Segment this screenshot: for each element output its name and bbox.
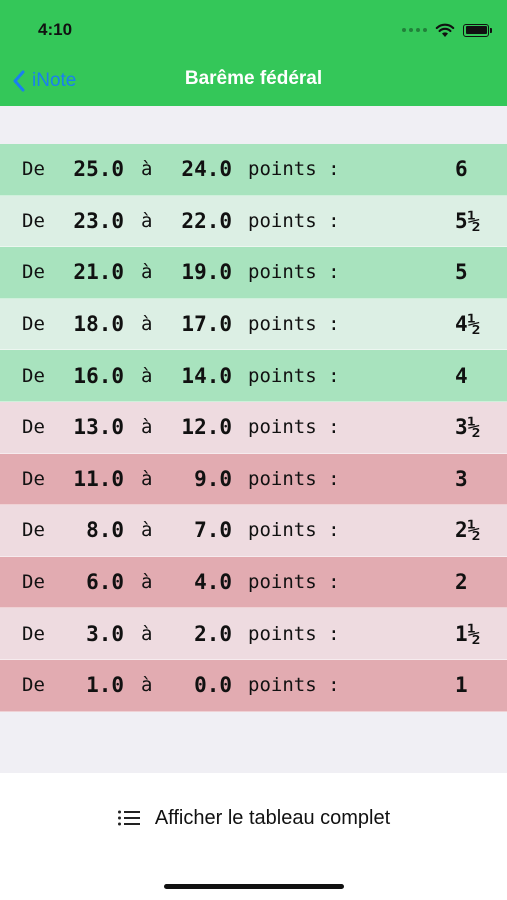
row-from-value: 18.0 [73, 312, 124, 337]
row-a-label: à [141, 571, 153, 594]
row-points-label: points : [248, 158, 340, 181]
row-from-value: 25.0 [73, 157, 124, 182]
row-to-value: 9.0 [194, 466, 232, 491]
row-grade-value: 5½ [455, 208, 481, 233]
row-from-value: 6.0 [86, 570, 124, 595]
row-a-label: à [141, 674, 153, 697]
row-grade-value: 1½ [455, 621, 481, 646]
row-grade-value: 2 [455, 570, 468, 595]
row-grade-value: 6 [455, 157, 468, 182]
row-a-label: à [141, 467, 153, 490]
show-full-table-label: Afficher le tableau complet [154, 806, 391, 829]
home-indicator[interactable] [164, 884, 344, 889]
table-row: De 21.0 à 19.0 points : 5 [0, 247, 507, 299]
show-full-table-button[interactable]: Afficher le tableau complet [0, 803, 507, 833]
page-title: Barême fédéral [184, 68, 323, 89]
row-de-label: De [22, 519, 45, 542]
table-row: De 18.0 à 17.0 points : 4½ [0, 298, 507, 351]
grade-table: De 25.0 à 24.0 points :6 De 23.0 à 22.0 points :5… [0, 144, 507, 712]
row-de-label: De [22, 622, 45, 645]
row-de-label: De [22, 158, 45, 181]
row-to-value: 12.0 [181, 415, 232, 440]
row-from-value: 3.0 [86, 621, 124, 646]
row-a-label: à [141, 209, 153, 232]
row-from-value: 23.0 [73, 208, 124, 233]
app-screen: 4:10 iNote Barême fédéral De 25.0 à 24.0 poi… [0, 0, 507, 900]
row-de-label: De [22, 467, 45, 490]
status-time: 4:10 [38, 20, 73, 39]
row-de-label: De [22, 364, 45, 387]
row-de-label: De [22, 313, 45, 336]
row-a-label: à [141, 158, 153, 181]
row-to-value: 2.0 [194, 621, 232, 646]
row-a-label: à [141, 313, 153, 336]
row-from-value: 16.0 [73, 363, 124, 388]
row-de-label: De [22, 209, 45, 232]
row-a-label: à [141, 416, 153, 439]
row-grade-value: 1 [455, 673, 468, 698]
row-points-label: points : [248, 467, 340, 490]
row-points-label: points : [248, 313, 340, 336]
row-from-value: 11.0 [73, 466, 124, 491]
list-icon [117, 810, 140, 826]
navigation-header: 4:10 iNote Barême fédéral [0, 0, 507, 106]
row-grade-value: 3½ [455, 415, 481, 440]
row-to-value: 24.0 [181, 157, 232, 182]
status-icons [402, 22, 492, 38]
row-a-label: à [141, 622, 153, 645]
cellular-signal-icon [402, 28, 427, 32]
row-grade-value: 4 [455, 363, 468, 388]
row-de-label: De [22, 261, 45, 284]
row-from-value: 8.0 [86, 518, 124, 543]
row-to-value: 0.0 [194, 673, 232, 698]
row-points-label: points : [248, 571, 340, 594]
row-points-label: points : [248, 416, 340, 439]
table-row: De 25.0 à 24.0 points : 6 [0, 144, 507, 196]
table-row: De 8.0 à 7.0 points : 2½ [0, 505, 507, 557]
row-to-value: 14.0 [181, 363, 232, 388]
row-points-label: points : [248, 209, 340, 232]
table-row: De 3.0 à 2.0 points : 1½ [0, 608, 507, 660]
table-row: De 1.0 à 0.0 points : 1 [0, 659, 507, 712]
row-points-label: points : [248, 674, 340, 697]
row-points-label: points : [248, 622, 340, 645]
row-de-label: De [22, 571, 45, 594]
row-to-value: 7.0 [194, 518, 232, 543]
row-de-label: De [22, 416, 45, 439]
footer-bar: Afficher le tableau complet [0, 773, 507, 900]
row-to-value: 17.0 [181, 312, 232, 337]
table-row: De 23.0 à 22.0 points : 5½ [0, 195, 507, 248]
row-grade-value: 4½ [455, 312, 481, 337]
battery-icon [463, 23, 492, 37]
row-de-label: De [22, 674, 45, 697]
table-row: De 6.0 à 4.0 points : 2 [0, 556, 507, 609]
row-a-label: à [141, 364, 153, 387]
row-from-value: 1.0 [86, 673, 124, 698]
row-to-value: 4.0 [194, 570, 232, 595]
row-from-value: 21.0 [73, 260, 124, 285]
row-from-value: 13.0 [73, 415, 124, 440]
row-a-label: à [141, 519, 153, 542]
row-points-label: points : [248, 364, 340, 387]
row-to-value: 22.0 [181, 208, 232, 233]
row-grade-value: 2½ [455, 518, 481, 543]
row-grade-value: 5 [455, 260, 468, 285]
table-row: De 11.0 à 9.0 points : 3 [0, 453, 507, 506]
row-to-value: 19.0 [181, 260, 232, 285]
row-a-label: à [141, 261, 153, 284]
row-grade-value: 3 [455, 466, 468, 491]
row-points-label: points : [248, 519, 340, 542]
table-row: De 13.0 à 12.0 points : 3½ [0, 401, 507, 454]
row-points-label: points : [248, 261, 340, 284]
wifi-icon [435, 23, 455, 37]
table-row: De 16.0 à 14.0 points : 4 [0, 350, 507, 402]
